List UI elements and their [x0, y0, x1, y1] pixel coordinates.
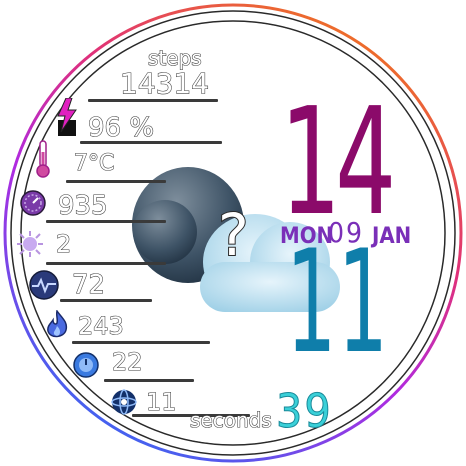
seconds-digits: 39: [276, 384, 333, 438]
weather-unknown-symbol: ?: [217, 201, 250, 269]
minute-digits: 11: [286, 220, 390, 385]
heart-rate-value: 72: [71, 270, 106, 300]
distance-value: 22: [111, 348, 143, 376]
date-day: 09: [328, 216, 365, 249]
date-month: JAN: [372, 224, 412, 249]
heart-rate-divider: [60, 299, 152, 302]
battery-divider: [80, 141, 222, 144]
floors-value: 11: [145, 388, 177, 416]
steps-divider: [88, 99, 218, 102]
date-weekday: MON: [280, 224, 334, 249]
hour-digits: 14: [280, 76, 396, 248]
uv-sun-icon: [17, 231, 43, 257]
pressure-divider: [46, 220, 166, 223]
steps-value: 14314: [119, 67, 210, 100]
battery-bolt-icon: [57, 98, 77, 136]
calories-flame-icon: [47, 310, 68, 338]
battery-value: 96 %: [87, 113, 155, 143]
calories-value: 243: [77, 312, 124, 340]
heart-rate-icon: [29, 270, 59, 300]
thermometer-icon: [36, 140, 50, 178]
calories-divider: [72, 341, 210, 344]
barometer-icon: [20, 190, 46, 216]
seconds-label: seconds: [189, 408, 272, 432]
temperature-value: 7°C: [73, 151, 115, 176]
uv-divider: [46, 262, 166, 265]
temperature-divider: [66, 180, 166, 183]
distance-stopwatch-icon: [73, 352, 99, 378]
distance-divider: [104, 379, 194, 382]
floors-globe-icon: [111, 389, 137, 415]
uv-value: 2: [55, 230, 72, 258]
pressure-value: 935: [57, 191, 108, 221]
steps-label: steps: [147, 46, 202, 70]
watch-face: ? steps 14314 96 % 7°C 935 2 72 243 22 1…: [0, 0, 466, 466]
